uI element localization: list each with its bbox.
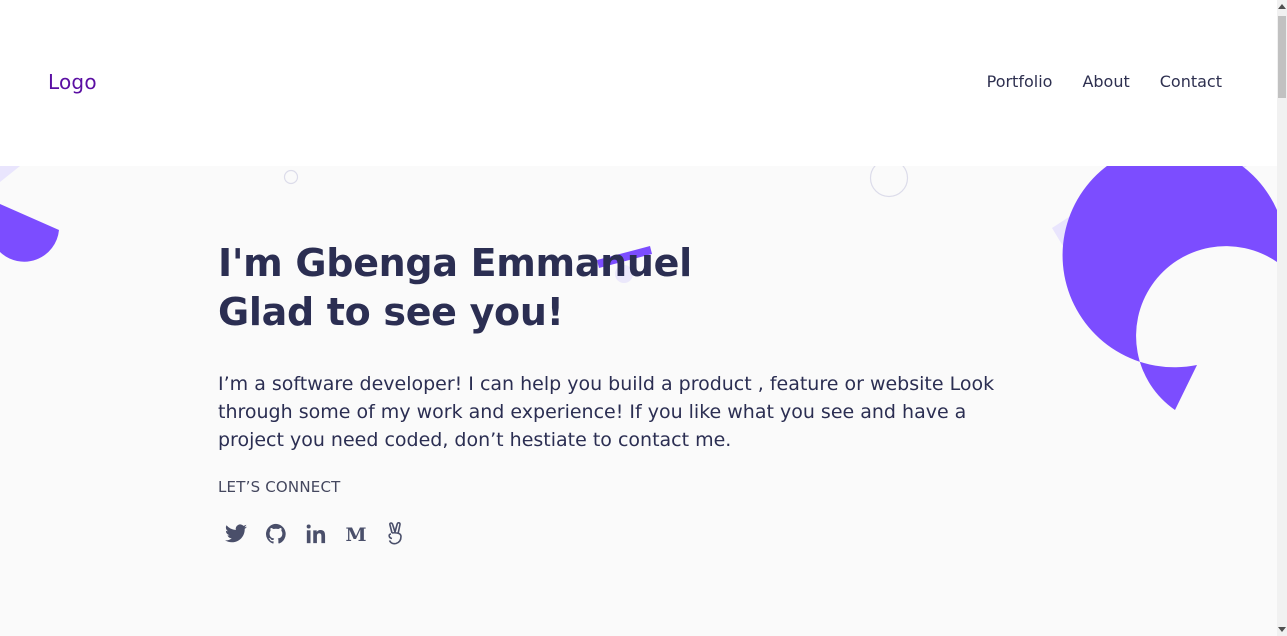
scroll-down-icon[interactable] <box>1278 627 1286 632</box>
angellist-icon[interactable] <box>384 522 408 546</box>
scroll-up-icon[interactable] <box>1278 4 1286 9</box>
github-icon[interactable] <box>264 522 288 546</box>
hero-intro: I’m a software developer! I can help you… <box>218 373 995 451</box>
social-links: M <box>224 522 408 546</box>
scroll-thumb[interactable] <box>1278 16 1286 98</box>
connect-label: LET’S CONNECT <box>218 478 341 496</box>
hero-section: I'm Gbenga Emmanuel Glad to see you! I’m… <box>0 166 1277 636</box>
nav-link-contact[interactable]: Contact <box>1160 72 1222 91</box>
large-ring <box>869 166 909 198</box>
svg-text:M: M <box>345 524 366 546</box>
nav-link-about[interactable]: About <box>1082 72 1129 91</box>
site-header: Logo Portfolio About Contact <box>0 0 1277 166</box>
main-nav: Portfolio About Contact <box>987 72 1222 91</box>
hero-title-line-1: I'm Gbenga Emmanuel <box>218 241 692 285</box>
twitter-icon[interactable] <box>224 522 248 546</box>
hero-title-line-2: Glad to see you! <box>218 290 564 334</box>
purple-arc <box>1062 166 1277 410</box>
page-scrollbar[interactable] <box>1277 0 1287 636</box>
purple-half-disc <box>0 204 59 262</box>
linkedin-icon[interactable] <box>304 522 328 546</box>
medium-icon[interactable]: M <box>344 522 368 546</box>
pale-stripe-left <box>0 166 20 182</box>
nav-link-portfolio[interactable]: Portfolio <box>987 72 1053 91</box>
hero-title: I'm Gbenga Emmanuel Glad to see you! <box>218 239 692 337</box>
small-ring <box>283 169 299 185</box>
logo[interactable]: Logo <box>48 70 97 94</box>
